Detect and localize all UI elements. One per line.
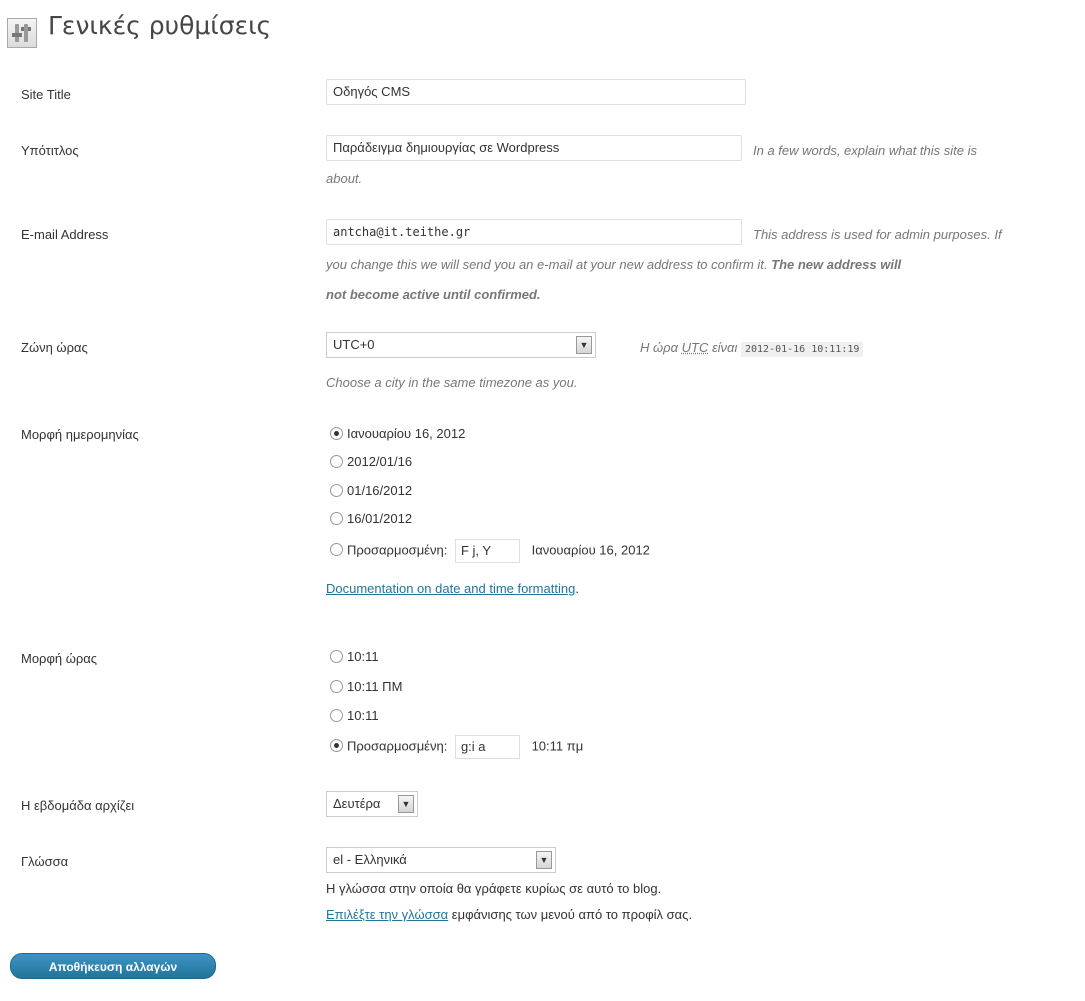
choose-language-link[interactable]: Επιλέξτε την γλώσσα xyxy=(326,907,448,922)
radio-icon[interactable] xyxy=(330,709,343,722)
week-start-selected: Δευτέρα xyxy=(333,796,381,811)
save-changes-button[interactable]: Αποθήκευση αλλαγών xyxy=(10,953,216,979)
language-selected: el - Ελληνικά xyxy=(333,852,407,867)
week-start-label: Η εβδομάδα αρχίζει xyxy=(21,798,135,813)
date-format-label: Μορφή ημερομηνίας xyxy=(21,427,139,442)
date-format-option[interactable]: 2012/01/16 xyxy=(330,451,412,473)
date-format-custom-input[interactable]: F j, Y xyxy=(454,539,520,563)
timezone-select[interactable]: UTC+0 ▼ xyxy=(326,332,596,358)
week-start-select[interactable]: Δευτέρα ▼ xyxy=(326,791,418,817)
email-description-cont: you change this we will send you an e-ma… xyxy=(326,257,902,272)
radio-icon[interactable] xyxy=(330,427,343,440)
email-description-bold: not become active until confirmed. xyxy=(326,287,541,302)
radio-icon[interactable] xyxy=(330,484,343,497)
tagline-description: In a few words, explain what this site i… xyxy=(753,143,977,158)
tagline-input[interactable]: Παράδειγμα δημιουργίας σε Wordpress xyxy=(326,135,742,161)
timezone-label: Ζώνη ώρας xyxy=(21,340,88,355)
timezone-description: Choose a city in the same timezone as yo… xyxy=(326,375,578,390)
date-format-option[interactable]: 01/16/2012 xyxy=(330,480,412,502)
utc-time-readout: Η ώρα UTC είναι 2012-01-16 10:11:19 xyxy=(640,340,864,357)
radio-icon[interactable] xyxy=(330,455,343,468)
utc-abbr: UTC xyxy=(681,340,709,355)
site-title-input[interactable]: Οδηγός CMS xyxy=(326,79,746,105)
page-title: Γενικές ρυθμίσεις xyxy=(48,11,272,40)
utc-time: 2012-01-16 10:11:19 xyxy=(740,342,864,357)
time-format-option[interactable]: 10:11 xyxy=(330,705,379,727)
radio-icon[interactable] xyxy=(330,680,343,693)
time-format-label: Μορφή ώρας xyxy=(21,651,98,666)
language-select[interactable]: el - Ελληνικά ▼ xyxy=(326,847,556,873)
email-label: E-mail Address xyxy=(21,227,109,242)
chevron-down-icon[interactable]: ▼ xyxy=(398,795,414,813)
email-description: This address is used for admin purposes.… xyxy=(753,227,1002,242)
chevron-down-icon[interactable]: ▼ xyxy=(536,851,552,869)
language-description-cont: Επιλέξτε την γλώσσα εμφάνισης των μενού … xyxy=(326,907,693,922)
time-format-preview: 10:11 πμ xyxy=(531,738,584,754)
settings-icon xyxy=(7,18,37,48)
time-format-option[interactable]: 10:11 xyxy=(330,646,379,668)
time-format-custom-input[interactable]: g:i a xyxy=(454,735,520,759)
date-doc-link-row: Documentation on date and time formattin… xyxy=(326,581,579,596)
language-description: Η γλώσσα στην οποία θα γράφετε κυρίως σε… xyxy=(326,881,662,896)
date-time-doc-link[interactable]: Documentation on date and time formattin… xyxy=(326,581,575,596)
time-format-option[interactable]: 10:11 ΠΜ xyxy=(330,676,402,698)
date-format-custom[interactable]: Προσαρμοσμένη: F j, Y Ιανουαρίου 16, 201… xyxy=(330,539,650,563)
email-input[interactable]: antcha@it.teithe.gr xyxy=(326,219,742,245)
date-format-preview: Ιανουαρίου 16, 2012 xyxy=(531,542,650,558)
radio-icon[interactable] xyxy=(330,512,343,525)
site-title-label: Site Title xyxy=(21,87,71,102)
chevron-down-icon[interactable]: ▼ xyxy=(576,336,592,354)
radio-icon[interactable] xyxy=(330,543,343,557)
tagline-label: Υπότιτλος xyxy=(21,143,79,158)
date-format-option[interactable]: Ιανουαρίου 16, 2012 xyxy=(330,423,465,445)
time-format-custom[interactable]: Προσαρμοσμένη: g:i a 10:11 πμ xyxy=(330,735,584,759)
tagline-description-cont: about. xyxy=(326,171,363,186)
radio-icon[interactable] xyxy=(330,650,343,663)
timezone-selected: UTC+0 xyxy=(333,337,375,352)
date-format-option[interactable]: 16/01/2012 xyxy=(330,508,412,530)
language-label: Γλώσσα xyxy=(21,854,69,869)
radio-icon[interactable] xyxy=(330,739,343,753)
